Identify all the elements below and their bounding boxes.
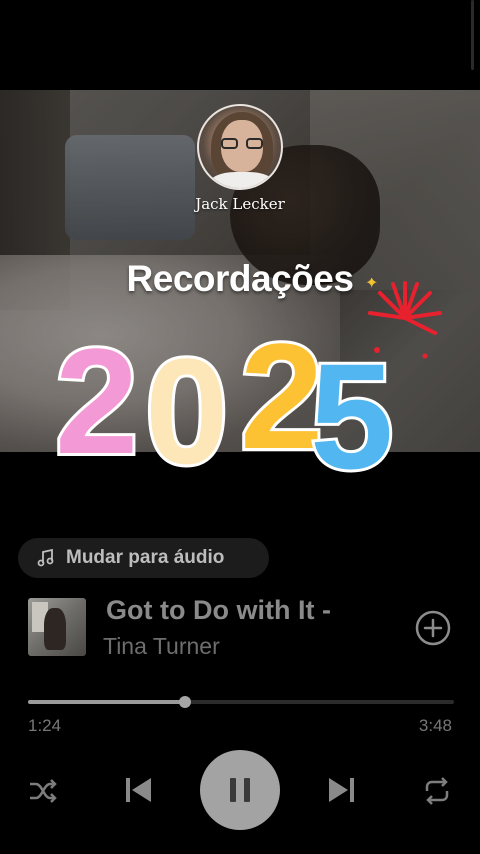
sticker-digit-5: 5 [310,332,393,493]
repeat-icon [425,777,449,805]
switch-to-audio-label: Mudar para áudio [66,547,225,568]
avatar-shirt [209,172,275,188]
avatar-glasses [221,138,263,150]
progress-bar[interactable] [28,696,454,708]
profile-name[interactable]: Jack Lecker [0,195,480,213]
pause-icon [230,778,250,802]
time-elapsed: 1:24 [28,716,62,735]
plus-circle-icon[interactable] [414,609,452,647]
year-sticker: ✦ 2 0 2 5 [55,278,442,493]
previous-button[interactable] [118,770,158,810]
album-art[interactable] [28,598,86,656]
music-note-icon [37,548,54,567]
track-artist[interactable]: Tina Turner [103,633,220,660]
sticker-digit-2a: 2 [55,317,138,485]
status-bar-area [0,0,480,90]
track-row[interactable]: Got to Do with It - Tina Turner [0,595,480,663]
avatar[interactable] [197,104,283,190]
sparkle-icon: ✦ [365,278,378,292]
shuffle-button[interactable] [26,774,60,808]
sticker-digit-0: 0 [145,327,228,493]
time-total: 3:48 [418,716,452,735]
previous-icon [126,778,151,802]
scroll-indicator [471,0,474,70]
next-button[interactable] [322,770,362,810]
repeat-button[interactable] [420,774,454,808]
progress-knob[interactable] [178,696,191,708]
track-title[interactable]: Got to Do with It - [106,595,331,626]
switch-to-audio-button[interactable]: Mudar para áudio [18,538,269,578]
playback-controls [0,750,480,832]
progress-fill [28,700,185,704]
shuffle-icon [30,779,57,803]
next-icon [329,778,354,802]
pause-button[interactable] [200,750,280,830]
